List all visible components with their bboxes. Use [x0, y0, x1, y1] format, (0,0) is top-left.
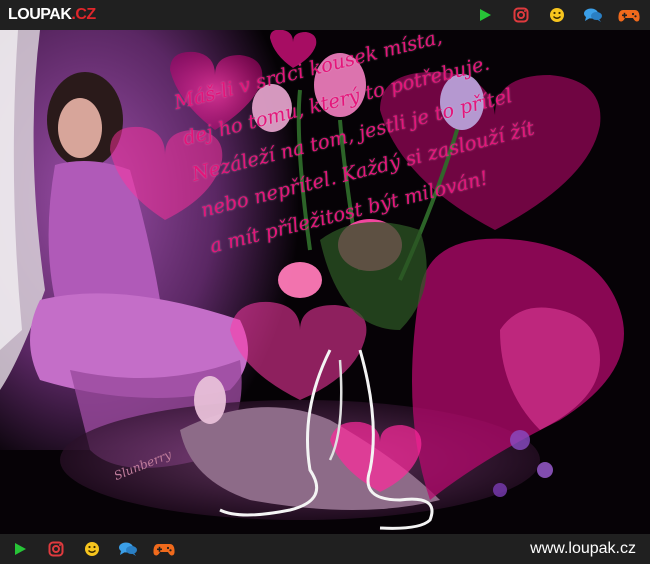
- top-bar: LOUPAK.CZ: [0, 0, 650, 30]
- logo-suffix: .CZ: [71, 6, 96, 23]
- smiley-icon[interactable]: [546, 5, 568, 25]
- play-icon[interactable]: [9, 539, 31, 559]
- chat-icon[interactable]: [582, 5, 604, 25]
- logo-text: LOUPAK: [8, 6, 72, 23]
- main-image: Máš-li v srdci kousek místa, dej ho tomu…: [0, 30, 650, 534]
- gamepad-icon[interactable]: [153, 539, 175, 559]
- top-icon-group: [474, 5, 640, 25]
- play-icon[interactable]: [474, 5, 496, 25]
- site-logo[interactable]: LOUPAK.CZ: [8, 5, 96, 25]
- gamepad-icon[interactable]: [618, 5, 640, 25]
- chat-icon[interactable]: [117, 539, 139, 559]
- smiley-icon[interactable]: [81, 539, 103, 559]
- site-url[interactable]: www.loupak.cz: [530, 540, 636, 558]
- instagram-icon[interactable]: [510, 5, 532, 25]
- bottom-bar: www.loupak.cz: [0, 534, 650, 564]
- bottom-icon-group: [9, 539, 175, 559]
- instagram-icon[interactable]: [45, 539, 67, 559]
